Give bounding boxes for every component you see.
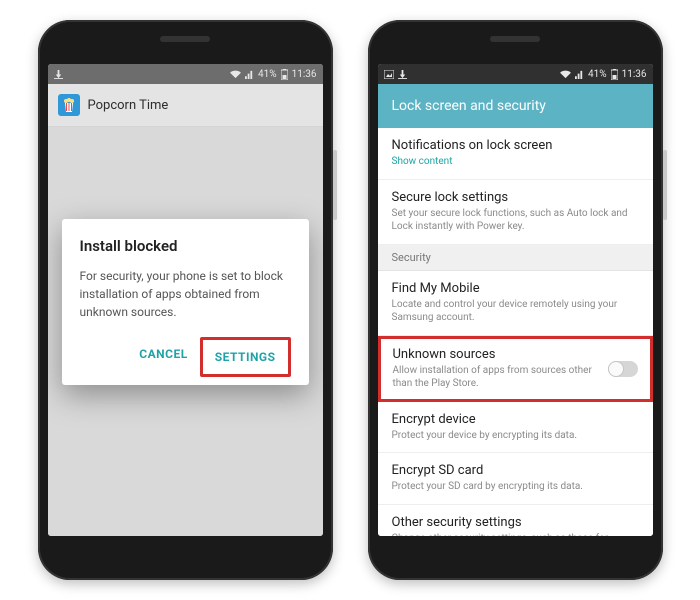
settings-button[interactable]: SETTINGS [203,340,288,374]
phone-frame-left: 41% 11:36 Popcorn Time Install blocked F… [38,20,333,580]
wifi-icon [560,70,571,79]
battery-icon [611,69,618,80]
battery-percent: 41% [258,69,277,80]
setting-subtitle: Show content [392,155,639,169]
setting-secure-lock[interactable]: Secure lock settings Set your secure loc… [378,180,653,245]
screen-right: 41% 11:36 Lock screen and security Notif… [378,64,653,536]
settings-list[interactable]: Notifications on lock screen Show conten… [378,128,653,536]
clock-time: 11:36 [622,69,647,80]
section-header-security: Security [378,245,653,271]
setting-subtitle: Change other security settings, such as … [392,532,639,537]
setting-subtitle: Allow installation of apps from sources … [393,364,598,391]
setting-subtitle: Protect your SD card by encrypting its d… [392,480,639,494]
setting-unknown-sources[interactable]: Unknown sources Allow installation of ap… [393,347,638,391]
setting-title: Unknown sources [393,347,598,362]
phone-frame-right: 41% 11:36 Lock screen and security Notif… [368,20,663,580]
unknown-sources-highlight: Unknown sources Allow installation of ap… [378,336,653,402]
setting-title: Find My Mobile [392,281,639,296]
app-header: Popcorn Time [48,84,323,127]
setting-title: Other security settings [392,515,639,530]
dialog-message: For security, your phone is set to block… [80,267,291,321]
dialog-title: Install blocked [80,237,291,255]
clock-time: 11:36 [292,69,317,80]
setting-encrypt-sd[interactable]: Encrypt SD card Protect your SD card by … [378,453,653,505]
cancel-button[interactable]: CANCEL [127,337,199,377]
setting-encrypt-device[interactable]: Encrypt device Protect your device by en… [378,402,653,454]
setting-title: Encrypt device [392,412,639,427]
signal-icon [575,70,584,79]
setting-title: Secure lock settings [392,190,639,205]
image-icon [384,70,394,79]
setting-other-security[interactable]: Other security settings Change other sec… [378,505,653,537]
setting-find-my-mobile[interactable]: Find My Mobile Locate and control your d… [378,271,653,336]
popcorn-time-icon [58,94,80,116]
screen-left: 41% 11:36 Popcorn Time Install blocked F… [48,64,323,536]
setting-title: Encrypt SD card [392,463,639,478]
unknown-sources-toggle[interactable] [608,361,638,377]
status-bar: 41% 11:36 [48,64,323,84]
settings-page-title: Lock screen and security [378,84,653,128]
signal-icon [245,70,254,79]
settings-button-highlight: SETTINGS [200,337,291,377]
setting-notifications[interactable]: Notifications on lock screen Show conten… [378,128,653,180]
dialog-actions: CANCEL SETTINGS [80,337,291,377]
setting-subtitle: Protect your device by encrypting its da… [392,429,639,443]
app-title: Popcorn Time [88,98,169,113]
download-icon [398,70,407,79]
battery-icon [281,69,288,80]
status-bar: 41% 11:36 [378,64,653,84]
app-body: Install blocked For security, your phone… [48,127,323,536]
setting-subtitle: Locate and control your device remotely … [392,298,639,325]
download-icon [54,70,63,79]
install-blocked-dialog: Install blocked For security, your phone… [62,219,309,385]
battery-percent: 41% [588,69,607,80]
setting-title: Notifications on lock screen [392,138,639,153]
setting-subtitle: Set your secure lock functions, such as … [392,207,639,234]
wifi-icon [230,70,241,79]
